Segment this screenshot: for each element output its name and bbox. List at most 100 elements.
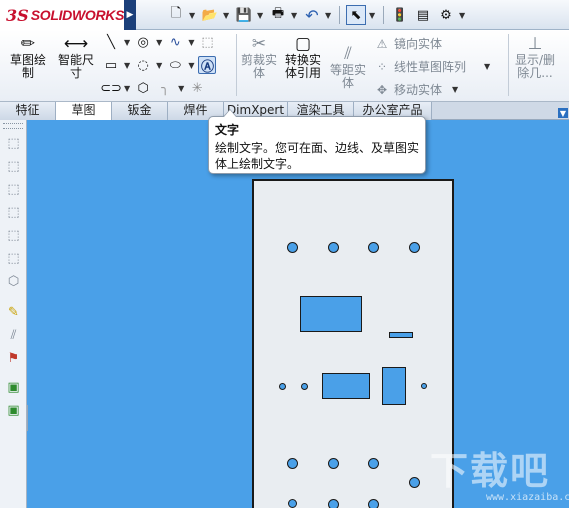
arc-dropdown-icon[interactable]: ▼ — [156, 61, 162, 70]
smart-dimension-icon: ⟷ — [63, 34, 89, 54]
relation-icon[interactable]: ⫽ — [0, 324, 27, 347]
rectangle-icon[interactable]: ▭ — [102, 56, 120, 74]
sketch-plate[interactable] — [252, 179, 454, 508]
fillet-icon[interactable]: ╮ — [156, 79, 174, 97]
offset-entities-button[interactable]: ⫽ 等距实 体 — [328, 44, 368, 90]
tab-features[interactable]: 特征 — [0, 102, 56, 120]
view-top-icon[interactable]: ⬚ — [0, 224, 27, 247]
layer-icon-2[interactable]: ▣ — [0, 399, 27, 422]
rectangular-cutout[interactable] — [300, 296, 362, 332]
sketch-tools-row-1: ╲ ▼ ◎ ▼ ∿ ▼ ⬚ — [102, 33, 216, 51]
sketch-edit-icon[interactable]: ✎ — [0, 301, 27, 324]
repair-sketch-icon[interactable]: ⚑ — [0, 347, 27, 370]
polygon-icon[interactable]: ⬡ — [134, 79, 152, 97]
view-front-icon[interactable]: ⬚ — [0, 132, 27, 155]
hole[interactable] — [287, 458, 298, 469]
trim-entities-button[interactable]: ✂ 剪裁实 体 — [240, 34, 278, 80]
print-icon[interactable]: 🖶 — [268, 5, 288, 25]
move-entities-button[interactable]: ✥ 移动实体 ▼ — [374, 81, 458, 98]
brand-name: SOLIDWORKS — [30, 7, 125, 23]
solidworks-logo[interactable]: 3S SOLIDWORKS — [0, 0, 124, 30]
slot-icon[interactable]: ⊂⊃ — [100, 79, 122, 97]
slot-dropdown-icon[interactable]: ▼ — [124, 84, 130, 93]
left-toolbar: ⬚ ⬚ ⬚ ⬚ ⬚ ⬚ ⬡ ✎ ⫽ ⚑ ▣ ▣ — [0, 120, 27, 508]
undo-icon[interactable]: ↶ — [302, 5, 322, 25]
new-dropdown-icon[interactable]: ▼ — [189, 11, 197, 20]
smart-dimension-button[interactable]: ⟷ 智能尺 寸 — [54, 34, 98, 80]
display-delete-relations-button[interactable]: ⊥ 显示/删 除几... — [512, 34, 558, 80]
hole[interactable] — [368, 242, 379, 253]
sketch-button[interactable]: ✏ 草图绘 制 — [6, 34, 50, 80]
point-icon[interactable]: ✳ — [188, 79, 206, 97]
view-left-icon[interactable]: ⬚ — [0, 178, 27, 201]
spline-dropdown-icon[interactable]: ▼ — [188, 38, 194, 47]
small-hole[interactable] — [301, 383, 308, 390]
hole[interactable] — [328, 499, 339, 508]
convert-entities-button[interactable]: ▢ 转换实 体引用 — [282, 34, 324, 80]
hole[interactable] — [368, 458, 379, 469]
hole[interactable] — [328, 242, 339, 253]
circle-icon[interactable]: ◎ — [134, 33, 152, 51]
ellipse-dropdown-icon[interactable]: ▼ — [188, 61, 194, 70]
open-folder-icon[interactable]: 📂 — [200, 5, 220, 25]
move-dropdown-icon[interactable]: ▼ — [452, 85, 458, 94]
fillet-dropdown-icon[interactable]: ▼ — [178, 84, 184, 93]
tooltip-pointer — [223, 109, 237, 117]
ellipse-icon[interactable]: ⬭ — [166, 56, 184, 74]
view-isometric-icon[interactable]: ⬡ — [0, 270, 27, 293]
move-icon: ✥ — [376, 82, 388, 97]
traffic-light-icon[interactable]: 🚦 — [390, 5, 410, 25]
save-dropdown-icon[interactable]: ▼ — [257, 11, 265, 20]
rectangular-cutout[interactable] — [322, 373, 370, 399]
save-icon[interactable]: 💾 — [234, 5, 254, 25]
hole[interactable] — [409, 477, 420, 488]
line-icon[interactable]: ╲ — [102, 33, 120, 51]
menu-expand-arrow[interactable]: ▶ — [124, 0, 136, 30]
circle-dropdown-icon[interactable]: ▼ — [156, 38, 162, 47]
select-cursor-icon[interactable]: ⬉ — [346, 5, 366, 25]
canvas-options-dropdown-icon[interactable]: ▼ — [558, 108, 568, 118]
select-dropdown-icon[interactable]: ▼ — [369, 11, 377, 20]
options-dropdown-icon[interactable]: ▼ — [459, 11, 467, 20]
file-properties-icon[interactable]: ▤ — [413, 5, 433, 25]
separator — [383, 6, 384, 24]
tab-sketch[interactable]: 草图 — [56, 102, 112, 120]
hole[interactable] — [287, 242, 298, 253]
hole[interactable] — [288, 499, 297, 508]
slot-cutout[interactable] — [389, 332, 413, 338]
small-hole[interactable] — [421, 383, 427, 389]
line-dropdown-icon[interactable]: ▼ — [124, 38, 130, 47]
view-bottom-icon[interactable]: ⬚ — [0, 247, 27, 270]
mirror-entities-button[interactable]: ⚠ 镜向实体 — [374, 35, 442, 52]
text-tool-tooltip: 文字 绘制文字。您可在面、边线、及草图实体上绘制文字。 — [208, 109, 426, 174]
convert-entities-icon: ▢ — [294, 34, 312, 54]
spline-icon[interactable]: ∿ — [166, 33, 184, 51]
small-hole[interactable] — [279, 383, 286, 390]
command-manager: ✏ 草图绘 制 ⟷ 智能尺 寸 ╲ ▼ ◎ ▼ ∿ ▼ ⬚ ▭ ▼ ◌ ▼ ⬭ ▼ Ⓐ ⊂⊃… — [0, 30, 569, 102]
tab-sheet-metal[interactable]: 钣金 — [112, 102, 168, 120]
arc-icon[interactable]: ◌ — [134, 56, 152, 74]
new-document-icon[interactable]: 🗋 — [166, 5, 186, 25]
open-dropdown-icon[interactable]: ▼ — [223, 11, 231, 20]
linear-pattern-dropdown-icon[interactable]: ▼ — [484, 62, 490, 71]
print-dropdown-icon[interactable]: ▼ — [291, 11, 299, 20]
rectangle-dropdown-icon[interactable]: ▼ — [124, 61, 130, 70]
linear-sketch-pattern-button[interactable]: ⁘ 线性草图阵列 ▼ — [374, 58, 490, 75]
options-icon[interactable]: ⚙ — [436, 5, 456, 25]
smart-dimension-label: 智能尺 寸 — [57, 53, 94, 80]
construction-geometry-icon[interactable]: ⬚ — [198, 33, 216, 51]
view-right-icon[interactable]: ⬚ — [0, 201, 27, 224]
watermark: 下载吧 www.xiazaiba.com — [430, 440, 569, 504]
layer-icon-1[interactable]: ▣ — [0, 376, 27, 399]
rectangular-cutout[interactable] — [382, 367, 406, 405]
text-icon[interactable]: Ⓐ — [198, 56, 217, 75]
hole[interactable] — [409, 242, 420, 253]
hole[interactable] — [328, 458, 339, 469]
undo-dropdown-icon[interactable]: ▼ — [325, 11, 333, 20]
linear-pattern-label: 线性草图阵列 — [394, 60, 467, 74]
hole[interactable] — [368, 499, 379, 508]
toolbar-grip[interactable] — [3, 123, 23, 129]
view-back-icon[interactable]: ⬚ — [0, 155, 27, 178]
display-delete-relations-label: 显示/删 除几... — [514, 53, 556, 80]
